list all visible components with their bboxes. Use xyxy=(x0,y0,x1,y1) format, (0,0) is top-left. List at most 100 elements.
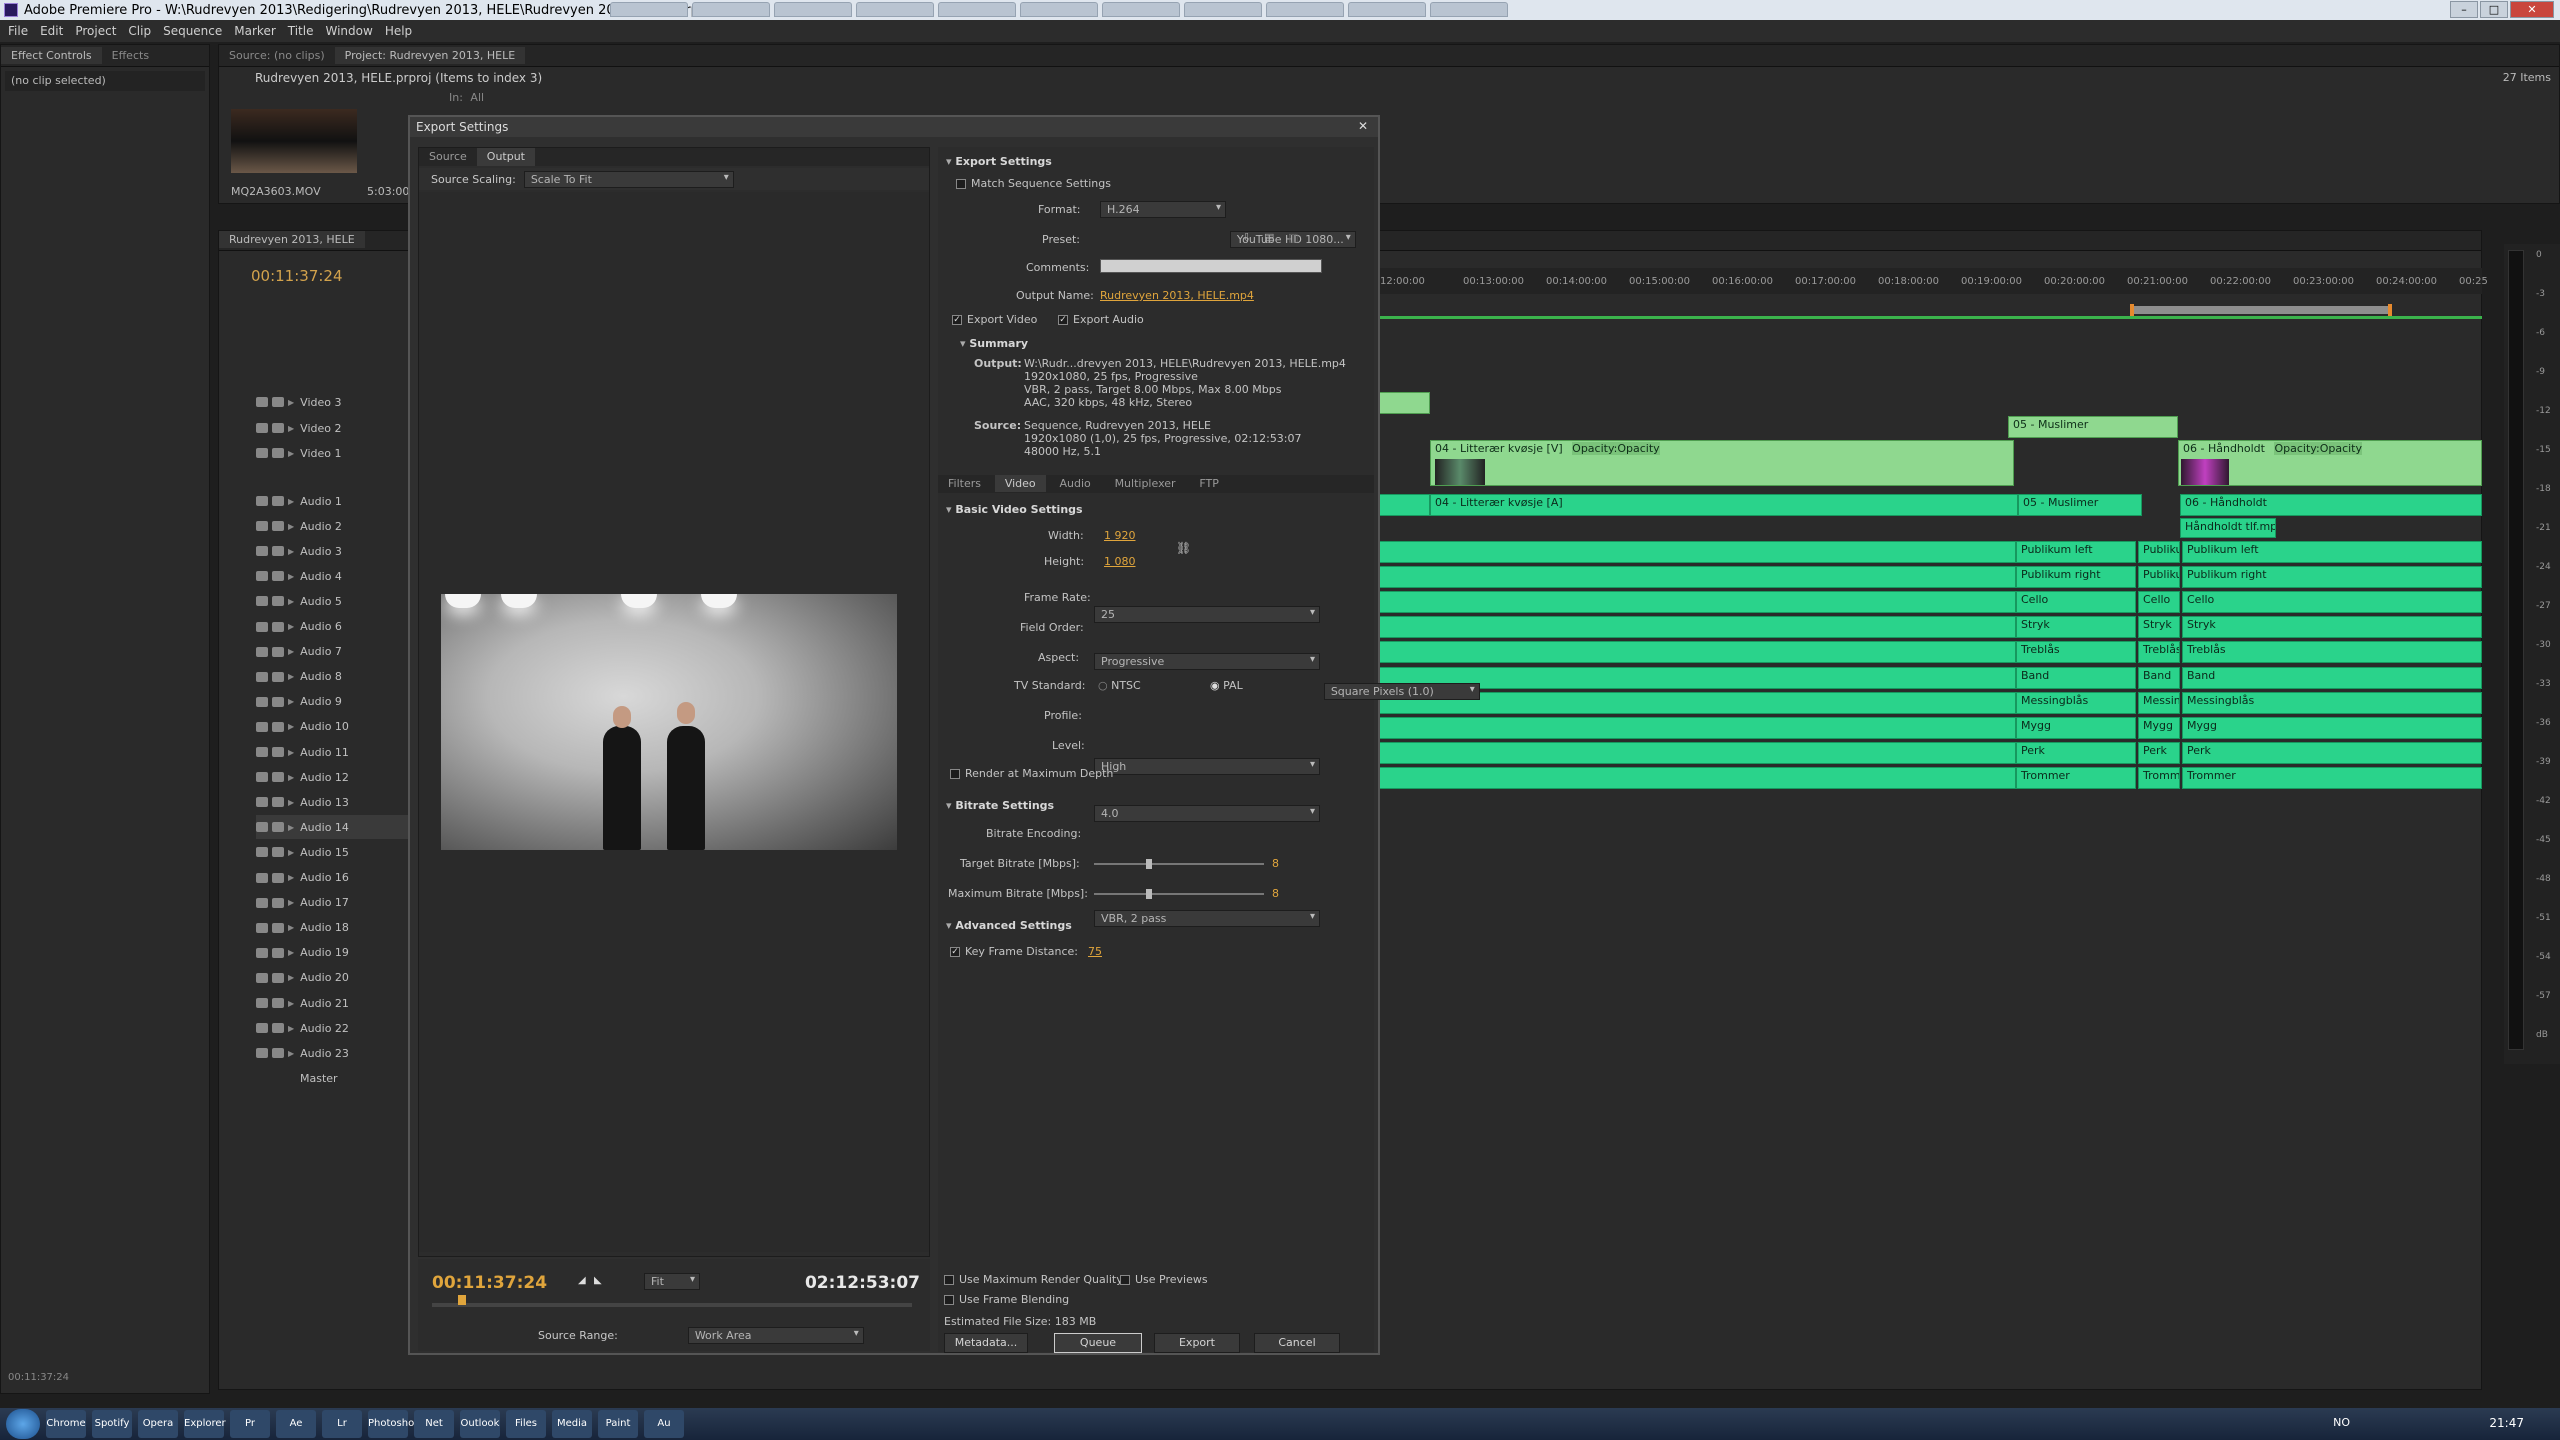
audio-clip[interactable]: Mygg xyxy=(2016,716,2136,739)
taskbar-app-photoshop[interactable]: Photoshop xyxy=(368,1410,421,1438)
tab-output[interactable]: Output xyxy=(476,148,535,166)
sync-lock-icon[interactable] xyxy=(272,797,284,808)
level-dropdown[interactable]: 4.0 xyxy=(1094,805,1320,822)
speaker-icon[interactable] xyxy=(256,571,268,582)
speaker-icon[interactable] xyxy=(256,772,268,783)
audio-clip[interactable] xyxy=(1378,616,2016,639)
speaker-icon[interactable] xyxy=(256,797,268,808)
sync-lock-icon[interactable] xyxy=(272,397,284,407)
video-clip[interactable]: 06 - Håndholdt Opacity:Opacity xyxy=(2178,440,2482,486)
speaker-icon[interactable] xyxy=(256,947,268,958)
minimize-button[interactable]: – xyxy=(2450,1,2478,18)
audio-clip[interactable]: Publikum right xyxy=(2016,566,2136,589)
audio-clip[interactable] xyxy=(1378,766,2016,789)
audio-clip[interactable]: Trommer xyxy=(2016,766,2136,789)
expand-icon[interactable]: ▶ xyxy=(288,999,294,1008)
import-preset-icon[interactable]: ▤ xyxy=(1264,231,1274,244)
audio-clip[interactable]: Publikum xyxy=(2138,566,2180,589)
audio-clip[interactable] xyxy=(1378,494,1430,516)
link-aspect-icon[interactable]: ⛓ xyxy=(1176,541,1191,555)
audio-clip[interactable]: Perk xyxy=(2138,741,2180,764)
dialog-close-icon[interactable]: ✕ xyxy=(1354,119,1372,135)
audio-clip[interactable] xyxy=(1378,566,2016,589)
sync-lock-icon[interactable] xyxy=(272,922,284,933)
queue-button[interactable]: Queue xyxy=(1054,1333,1142,1353)
video-clip[interactable]: 05 - Muslimer xyxy=(2008,416,2178,438)
audio-clip[interactable]: Treblås xyxy=(2016,641,2136,664)
sync-lock-icon[interactable] xyxy=(272,947,284,958)
sync-lock-icon[interactable] xyxy=(272,998,284,1008)
save-preset-icon[interactable]: ⇩ xyxy=(1242,231,1251,244)
expand-icon[interactable]: ▶ xyxy=(288,1024,294,1033)
menu-help[interactable]: Help xyxy=(385,24,412,38)
use-previews-checkbox[interactable] xyxy=(1120,1275,1130,1285)
expand-icon[interactable]: ▶ xyxy=(288,773,294,782)
frame-rate-dropdown[interactable]: 25 xyxy=(1094,606,1320,623)
audio-clip[interactable]: Treblås xyxy=(2138,641,2180,664)
tab-project[interactable]: Project: Rudrevyen 2013, HELE xyxy=(334,47,526,64)
sync-lock-icon[interactable] xyxy=(272,822,284,833)
speaker-icon[interactable] xyxy=(256,998,268,1008)
audio-clip[interactable]: Messin xyxy=(2138,691,2180,714)
video-clip[interactable]: 04 - Litterær kvøsje [V] Opacity:Opacity xyxy=(1430,440,2014,486)
tab-effects[interactable]: Effects xyxy=(102,47,159,64)
speaker-icon[interactable] xyxy=(256,496,268,506)
eye-icon[interactable] xyxy=(256,448,268,458)
tab-effect-controls[interactable]: Effect Controls xyxy=(1,47,102,64)
taskbar-app-chrome[interactable]: Chrome xyxy=(46,1410,86,1438)
close-button[interactable]: ✕ xyxy=(2510,1,2554,18)
expand-icon[interactable]: ▶ xyxy=(288,948,294,957)
expand-icon[interactable]: ▶ xyxy=(288,449,294,458)
expand-icon[interactable]: ▶ xyxy=(288,898,294,907)
advanced-header[interactable]: Advanced Settings xyxy=(946,919,1071,932)
menu-title[interactable]: Title xyxy=(288,24,314,38)
speaker-icon[interactable] xyxy=(256,847,268,858)
current-timecode[interactable]: 00:11:37:24 xyxy=(432,1273,547,1293)
speaker-icon[interactable] xyxy=(256,696,268,707)
audio-clip[interactable]: Band xyxy=(2016,666,2136,689)
audio-clip[interactable]: Publikum xyxy=(2138,541,2180,563)
audio-clip[interactable]: Tromm xyxy=(2138,766,2180,789)
width-value[interactable]: 1 920 xyxy=(1104,529,1136,542)
audio-clip[interactable]: Perk xyxy=(2016,741,2136,764)
slider-handle[interactable] xyxy=(1146,889,1152,899)
bitrate-encoding-dropdown[interactable]: VBR, 2 pass xyxy=(1094,910,1320,927)
expand-icon[interactable]: ▶ xyxy=(288,798,294,807)
sync-lock-icon[interactable] xyxy=(272,872,284,883)
summary-header[interactable]: Summary xyxy=(960,337,1028,350)
audio-clip[interactable]: Perk xyxy=(2182,741,2482,764)
audio-clip[interactable]: 04 - Litterær kvøsje [A] xyxy=(1430,494,2018,516)
speaker-icon[interactable] xyxy=(256,596,268,607)
sync-lock-icon[interactable] xyxy=(272,521,284,532)
bitrate-header[interactable]: Bitrate Settings xyxy=(946,799,1054,812)
delete-preset-icon[interactable]: ▥ xyxy=(1288,231,1298,244)
audio-clip[interactable] xyxy=(1378,591,2016,614)
ntsc-radio[interactable]: ○ xyxy=(1098,679,1111,692)
taskbar-app-net[interactable]: Net xyxy=(414,1410,454,1438)
sync-lock-icon[interactable] xyxy=(272,596,284,607)
set-out-point-icon[interactable]: ◣ xyxy=(594,1275,602,1286)
audio-clip[interactable]: Publikum left xyxy=(2016,541,2136,563)
set-in-point-icon[interactable]: ◢ xyxy=(578,1275,586,1286)
expand-icon[interactable]: ▶ xyxy=(288,823,294,832)
audio-clip[interactable]: Band xyxy=(2182,666,2482,689)
max-render-quality-checkbox[interactable] xyxy=(944,1275,954,1285)
speaker-icon[interactable] xyxy=(256,1023,268,1034)
speaker-icon[interactable] xyxy=(256,1048,268,1059)
speaker-icon[interactable] xyxy=(256,621,268,632)
sync-lock-icon[interactable] xyxy=(272,721,284,732)
in-dropdown[interactable]: All xyxy=(470,91,484,104)
source-range-dropdown[interactable]: Work Area xyxy=(687,1327,864,1344)
expand-icon[interactable]: ▶ xyxy=(288,722,294,731)
taskbar-app-au[interactable]: Au xyxy=(644,1410,684,1438)
clip-opacity-label[interactable]: Opacity:Opacity xyxy=(1572,442,1660,455)
export-video-checkbox[interactable]: ✓ xyxy=(952,315,962,325)
work-area-start-handle[interactable] xyxy=(2130,304,2134,316)
audio-clip[interactable]: Cello xyxy=(2182,591,2482,614)
taskbar-app-outlook[interactable]: Outlook xyxy=(460,1410,500,1438)
tray-language[interactable]: NO xyxy=(2333,1416,2350,1429)
speaker-icon[interactable] xyxy=(256,872,268,883)
sync-lock-icon[interactable] xyxy=(272,1048,284,1059)
sync-lock-icon[interactable] xyxy=(272,448,284,458)
taskbar-app-pr[interactable]: Pr xyxy=(230,1410,270,1438)
